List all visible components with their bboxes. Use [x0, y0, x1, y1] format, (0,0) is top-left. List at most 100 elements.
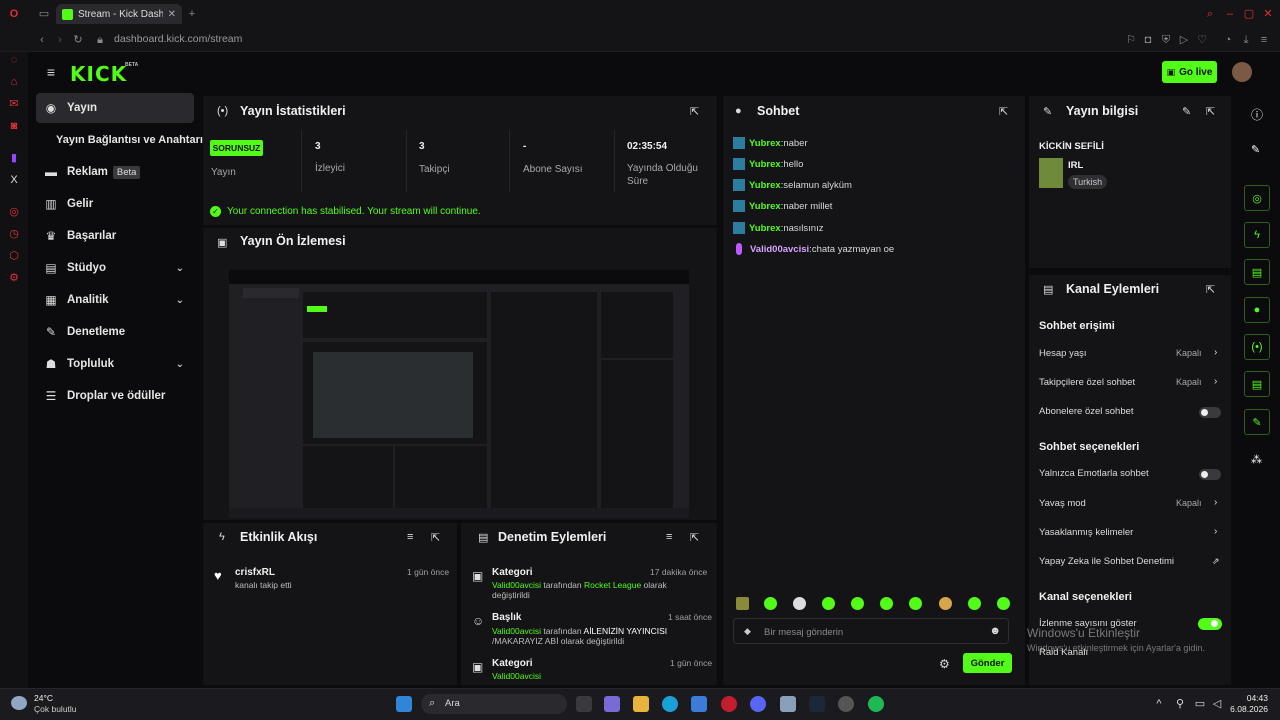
user-avatar[interactable] — [1232, 62, 1252, 82]
bookmark-icon[interactable]: ⚐ — [1125, 34, 1137, 46]
minimize-icon[interactable]: – — [1224, 8, 1236, 20]
emote-icon[interactable] — [793, 597, 806, 610]
close-tab-icon[interactable]: ✕ — [168, 9, 176, 20]
workspaces-icon[interactable]: ▭ — [38, 8, 50, 20]
emote-icon[interactable] — [764, 597, 777, 610]
lightning-icon[interactable]: ϟ — [1244, 222, 1270, 248]
document-icon[interactable]: ▤ — [1244, 259, 1270, 285]
sidebar-item-community[interactable]: ☗ Topluluk ⌄ — [36, 349, 194, 379]
sidebar-item-studio[interactable]: ▤ Stüdyo ⌄ — [36, 253, 194, 283]
edge-icon[interactable] — [662, 696, 678, 712]
show-viewers-toggle[interactable] — [1198, 618, 1222, 630]
sidebar-item-stream-key[interactable]: Yayın Bağlantısı ve Anahtarı — [36, 125, 203, 155]
popout-icon[interactable]: ⇱ — [1206, 283, 1215, 296]
filter-icon[interactable]: ≡ — [666, 531, 672, 543]
search-box[interactable]: ⌕ Ara — [421, 694, 567, 714]
camera-icon[interactable]: ◘ — [1142, 34, 1154, 46]
wrench-icon[interactable]: ✎ — [1244, 409, 1270, 435]
popout-icon[interactable]: ⇱ — [1206, 105, 1215, 118]
sidebar-item-ads[interactable]: ▬ Reklam Beta — [36, 157, 194, 187]
followers-only-label[interactable]: Takipçilere özel sohbet — [1039, 377, 1135, 388]
discord-icon[interactable] — [750, 696, 766, 712]
info-icon[interactable]: ⓘ — [1251, 106, 1263, 123]
maximize-icon[interactable]: ▢ — [1243, 8, 1255, 20]
extensions-icon[interactable]: ⬡ — [8, 250, 20, 262]
filter-icon[interactable]: ≡ — [407, 531, 413, 543]
sidebar-item-achievements[interactable]: ♛ Başarılar — [36, 221, 194, 251]
hamburger-menu-icon[interactable]: ≡ — [44, 65, 58, 79]
opera-logo-icon[interactable]: O — [8, 8, 20, 20]
pencil-icon[interactable]: ✎ — [1251, 143, 1260, 156]
task-view-icon[interactable] — [576, 696, 592, 712]
sidebar-item-moderation[interactable]: ✎ Denetleme — [36, 317, 194, 347]
history-icon[interactable]: ◷ — [8, 228, 20, 240]
player-icon[interactable]: ◎ — [8, 206, 20, 218]
store-icon[interactable] — [691, 696, 707, 712]
emote-icon[interactable] — [851, 597, 864, 610]
go-live-button[interactable]: ▣ Go live — [1162, 61, 1217, 83]
volume-icon[interactable]: ◁ — [1211, 698, 1223, 710]
forward-icon[interactable]: › — [54, 34, 66, 46]
messenger-icon[interactable]: ✉ — [8, 98, 20, 110]
send-button[interactable]: Gönder — [963, 653, 1012, 673]
settings-icon[interactable]: ⚙ — [8, 272, 20, 284]
close-window-icon[interactable]: ✕ — [1262, 8, 1274, 20]
edit-icon[interactable]: ✎ — [1182, 105, 1191, 118]
tab-kick-dashboard[interactable]: Stream - Kick Dashboard ✕ — [56, 4, 182, 24]
popout-icon[interactable]: ⇱ — [690, 531, 699, 544]
aria-icon[interactable]: ◌ — [8, 54, 20, 66]
kick-logo[interactable]: KICK — [70, 62, 127, 86]
app-icon[interactable] — [780, 696, 796, 712]
chat-input[interactable]: ◆ Bir mesaj gönderin ☻ — [733, 618, 1009, 644]
subs-only-toggle[interactable] — [1199, 407, 1221, 418]
emoji-icon[interactable]: ☻ — [989, 625, 1001, 637]
account-age-label[interactable]: Hesap yaşı — [1039, 348, 1087, 359]
obs-icon[interactable] — [838, 696, 854, 712]
shield-icon[interactable]: ⛨ — [1160, 34, 1172, 46]
network-icon[interactable]: ▭ — [1194, 698, 1206, 710]
sidebar-item-stream[interactable]: ◉ Yayın — [36, 93, 194, 123]
emote-icon[interactable] — [968, 597, 981, 610]
emote-icon[interactable] — [822, 597, 835, 610]
more-icon[interactable]: ⁂ — [1251, 453, 1262, 466]
new-tab-icon[interactable]: + — [186, 8, 198, 20]
search-tabs-icon[interactable]: ⌕ — [1204, 8, 1216, 20]
record-icon[interactable]: ◎ — [1244, 185, 1270, 211]
steam-icon[interactable] — [809, 696, 825, 712]
chat-icon[interactable]: ● — [1244, 297, 1270, 323]
ai-moderation-label[interactable]: Yapay Zeka ile Sohbet Denetimi — [1039, 556, 1174, 567]
x-icon[interactable]: X — [8, 174, 20, 186]
heart-icon[interactable]: ♡ — [1196, 34, 1208, 46]
channel-icon[interactable]: ▤ — [1244, 371, 1270, 397]
reload-icon[interactable]: ↻ — [72, 34, 84, 46]
emote-icon[interactable] — [997, 597, 1010, 610]
slow-mode-label[interactable]: Yavaş mod — [1039, 498, 1086, 509]
url-field[interactable]: dashboard.kick.com/stream — [114, 33, 242, 45]
stream-preview-video[interactable] — [229, 262, 689, 518]
shopping-icon[interactable]: ⌂ — [8, 76, 20, 88]
spotify-icon[interactable] — [868, 696, 884, 712]
banned-words-label[interactable]: Yasaklanmış kelimeler — [1039, 527, 1133, 538]
menu-icon[interactable]: ≡ — [1258, 34, 1270, 46]
chevron-right-icon[interactable]: › — [1214, 497, 1217, 508]
emote-icon[interactable] — [736, 597, 749, 610]
download-icon[interactable]: ⤓ — [1240, 34, 1252, 46]
chevron-right-icon[interactable]: › — [1214, 347, 1217, 358]
broadcast-icon[interactable]: (•) — [1244, 334, 1270, 360]
opera-gx-icon[interactable] — [721, 696, 737, 712]
emotes-only-toggle[interactable] — [1199, 469, 1221, 480]
external-link-icon[interactable]: ⇗ — [1212, 556, 1220, 567]
tray-chevron-icon[interactable]: ^ — [1153, 698, 1165, 710]
instagram-icon[interactable]: ◙ — [8, 120, 20, 132]
sidebar-item-revenue[interactable]: ▥ Gelir — [36, 189, 194, 219]
chevron-right-icon[interactable]: › — [1214, 376, 1217, 387]
mic-icon[interactable]: ⚲ — [1174, 698, 1186, 710]
popout-icon[interactable]: ⇱ — [431, 531, 440, 544]
emote-icon[interactable] — [880, 597, 893, 610]
copilot-icon[interactable] — [604, 696, 620, 712]
twitch-icon[interactable]: ▮ — [8, 152, 20, 164]
popout-icon[interactable]: ⇱ — [999, 105, 1008, 118]
emote-icon[interactable] — [909, 597, 922, 610]
windows-start-icon[interactable] — [396, 696, 412, 712]
emote-icon[interactable] — [939, 597, 952, 610]
